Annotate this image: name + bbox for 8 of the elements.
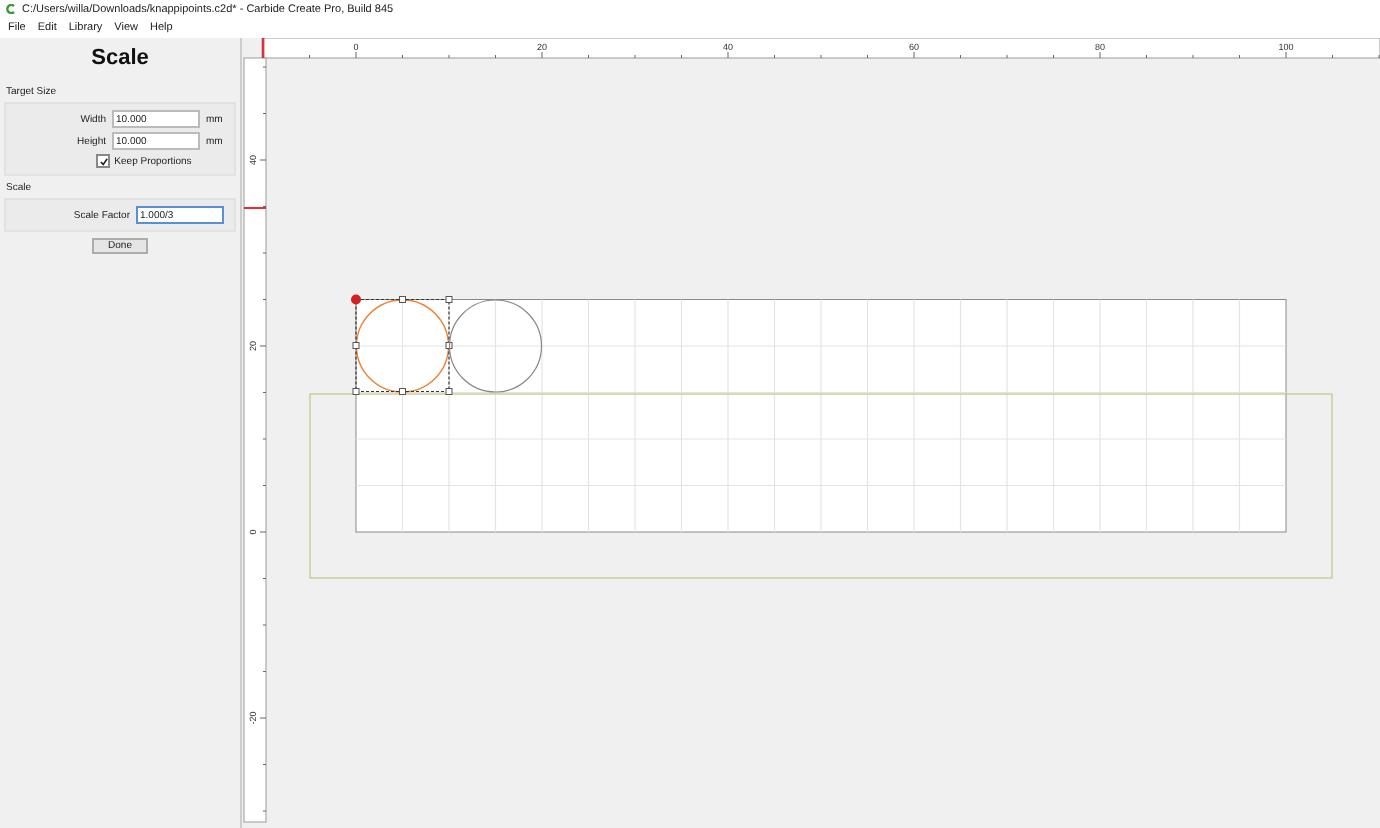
checkbox[interactable] — [96, 154, 111, 168]
ruler-marker — [262, 38, 265, 58]
ruler-marker — [244, 207, 266, 209]
app-icon — [6, 4, 16, 14]
circle-shape[interactable] — [448, 299, 543, 393]
selected-circle[interactable] — [352, 296, 453, 395]
panel-title: Scale — [89, 46, 151, 70]
rotate-handle[interactable] — [351, 294, 361, 305]
